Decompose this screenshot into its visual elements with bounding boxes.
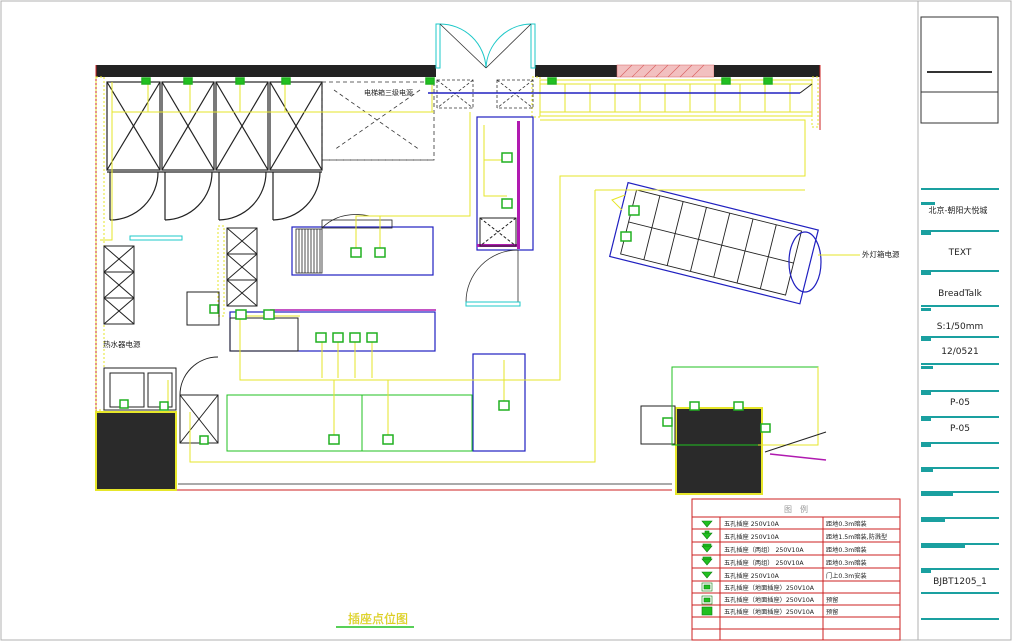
legend-row-3-note: 距地0.3m暗装	[826, 546, 867, 554]
sheet-border	[0, 0, 1012, 641]
sheet-number-b: P-05	[950, 424, 970, 434]
legend-row-7-note: 预留	[826, 596, 838, 604]
column-left	[95, 411, 177, 491]
display-case	[608, 181, 819, 305]
light-box-label: 外灯箱电源	[862, 249, 900, 259]
legend-row-8-name: 五孔插座（地面插座）250V10A	[724, 608, 815, 616]
legend-row-5-name: 五孔插座 250V10A	[724, 572, 780, 580]
legend-row-2-name: 五孔插座 250V10A	[724, 533, 780, 541]
column-right	[675, 407, 763, 495]
legend-row-6-name: 五孔插座（地面插座）250V10A	[724, 584, 815, 592]
top-wall-right	[714, 65, 820, 77]
left-shelving	[103, 227, 676, 445]
entrance-door	[435, 23, 536, 69]
legend-row-1-note: 距地0.3m暗装	[826, 520, 867, 528]
water-heater-label: 热水器电源	[103, 339, 141, 349]
drawing-code: BJBT1205_1	[933, 577, 987, 587]
project-name: 北京-朝阳大悦城	[929, 205, 988, 215]
scale-label: S:1/50mm	[937, 322, 984, 332]
legend-title: 图 例	[784, 504, 808, 514]
legend-row-8-note: 预留	[826, 608, 838, 616]
legend-row-4-note: 距地0.3m暗装	[826, 559, 867, 567]
display-row	[539, 79, 813, 117]
legend-row-3-name: 五孔插座（两组） 250V10A	[724, 546, 804, 554]
fridge-units	[106, 81, 323, 221]
top-wall-mid	[535, 65, 617, 77]
sheet-number-a: P-05	[950, 398, 970, 408]
legend-row-7-name: 五孔插座（地面插座）250V10A	[724, 596, 815, 604]
legend-row-2-note: 距地1.5m暗装,防溅型	[826, 533, 887, 541]
legend-row-1-name: 五孔插座 250V10A	[724, 520, 780, 528]
service-counter	[476, 116, 534, 251]
floor-plan: 电梯箱三级电源 外灯箱电源 热水器电源	[95, 23, 900, 495]
drawing-title: 插座点位图	[348, 611, 408, 626]
top-wall-left	[96, 65, 436, 77]
title-block: 北京-朝阳大悦城 TEXT BreadTalk S:1/50mm 12/0521…	[917, 1, 999, 640]
work-table	[291, 226, 434, 276]
drawing-name: TEXT	[948, 248, 972, 258]
legend-row-4-name: 五孔插座（两组） 250V10A	[724, 559, 804, 567]
legend-table: 图 例 五孔插座 250V10A 距地0.3m暗装 五孔插座 250V10A 距…	[691, 498, 901, 641]
top-power-label: 电梯箱三级电源	[364, 88, 413, 97]
brand-name: BreadTalk	[938, 289, 982, 299]
date-label: 12/0521	[941, 347, 978, 357]
socket-layout-plan: 北京-朝阳大悦城 TEXT BreadTalk S:1/50mm 12/0521…	[0, 0, 1012, 641]
legend-row-5-note: 门上0.3m安装	[826, 572, 867, 580]
